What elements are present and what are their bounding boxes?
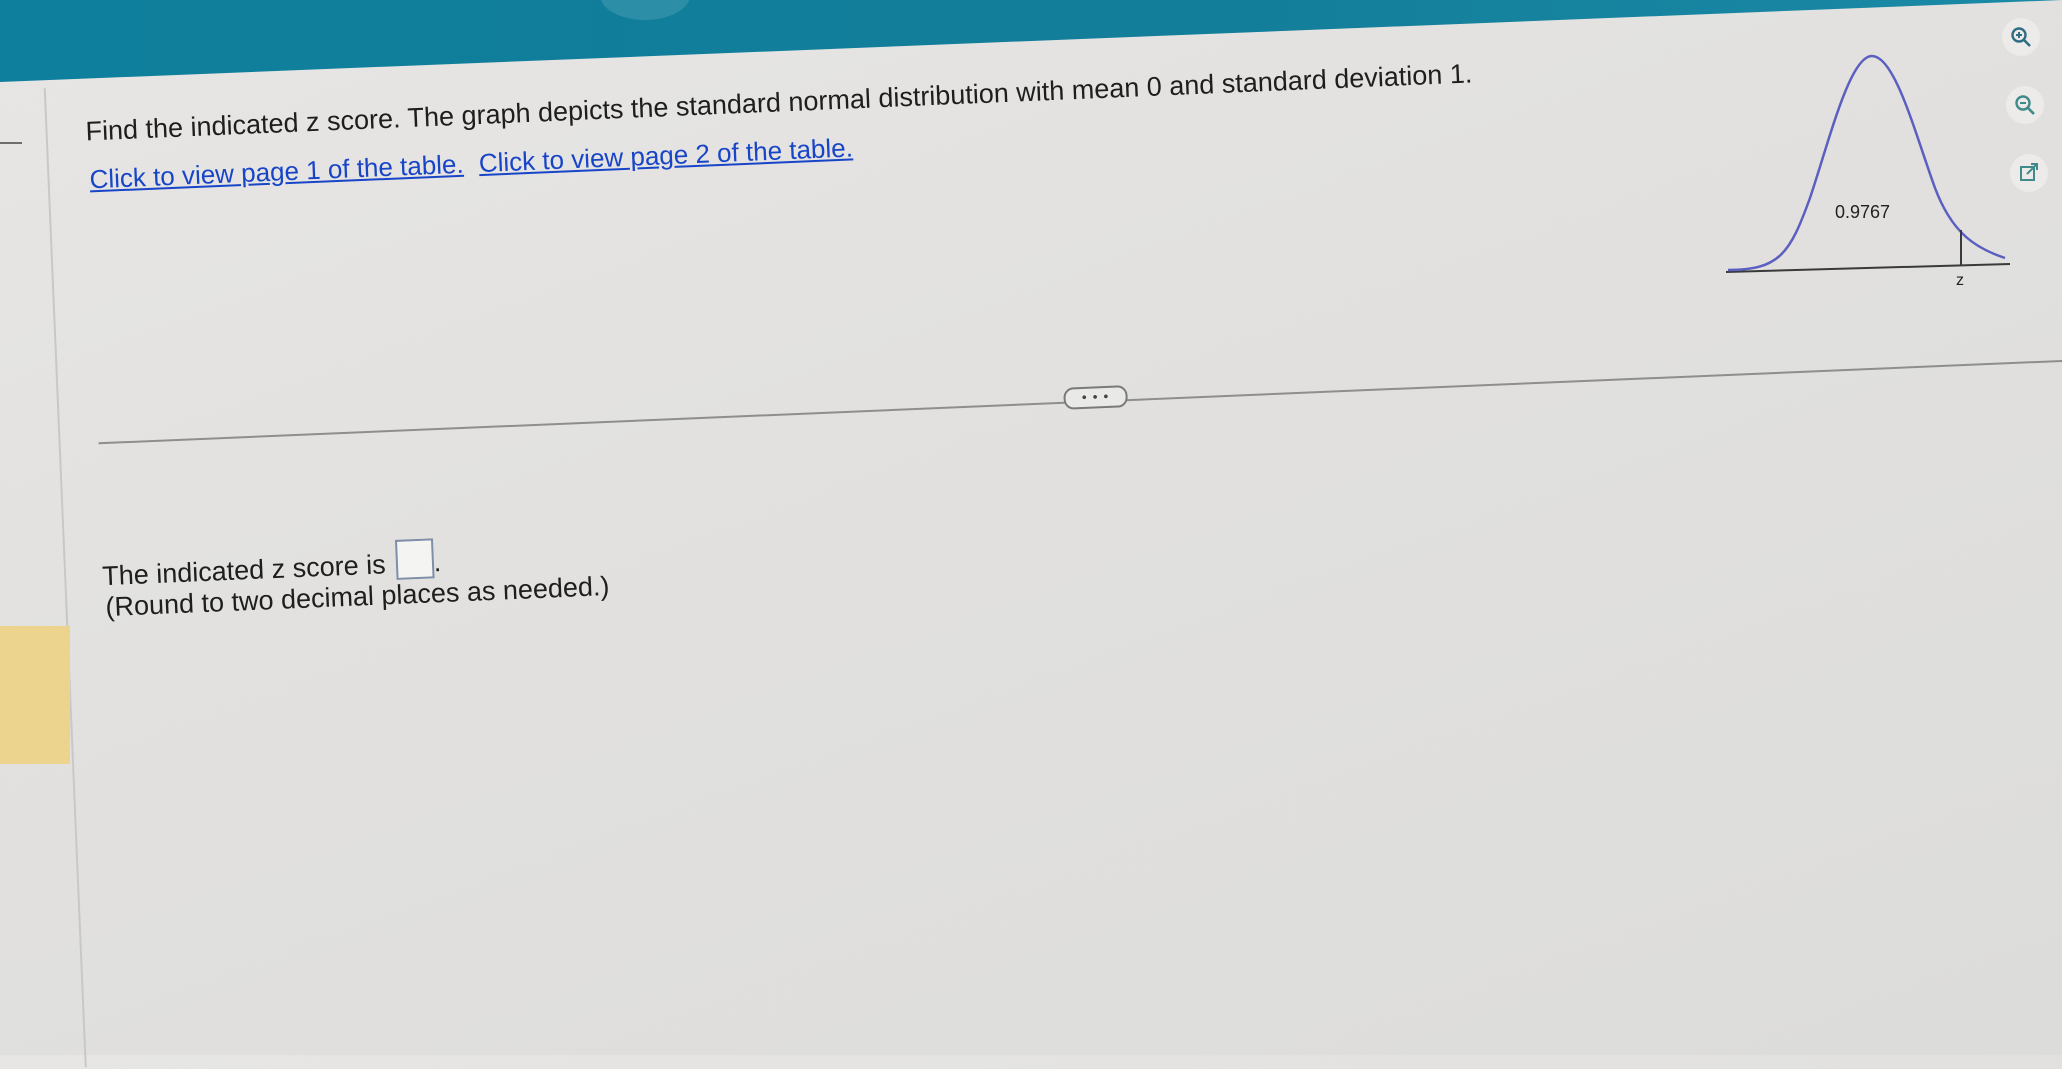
- zoom-out-icon[interactable]: [2006, 86, 2044, 124]
- open-external-icon[interactable]: [2010, 154, 2048, 192]
- side-highlight: [0, 626, 70, 764]
- table-page-1-link[interactable]: Click to view page 1 of the table.: [89, 149, 464, 195]
- x-axis: [1725, 263, 2011, 273]
- expand-more-button[interactable]: • • •: [1063, 385, 1129, 410]
- answer-suffix: .: [432, 547, 442, 578]
- left-tab-mark: [0, 142, 22, 144]
- table-page-2-link[interactable]: Click to view page 2 of the table.: [478, 132, 853, 178]
- left-border: [43, 88, 87, 1068]
- normal-curve: [1727, 54, 2006, 272]
- z-score-input[interactable]: [394, 538, 435, 580]
- question-text: Find the indicated z score. The graph de…: [84, 58, 1473, 147]
- zoom-in-icon[interactable]: [2002, 18, 2040, 56]
- normal-distribution-graph: 0.9767 z: [1725, 54, 2011, 289]
- area-label: 0.9767: [1835, 202, 1890, 222]
- z-axis-label: z: [1956, 272, 1964, 289]
